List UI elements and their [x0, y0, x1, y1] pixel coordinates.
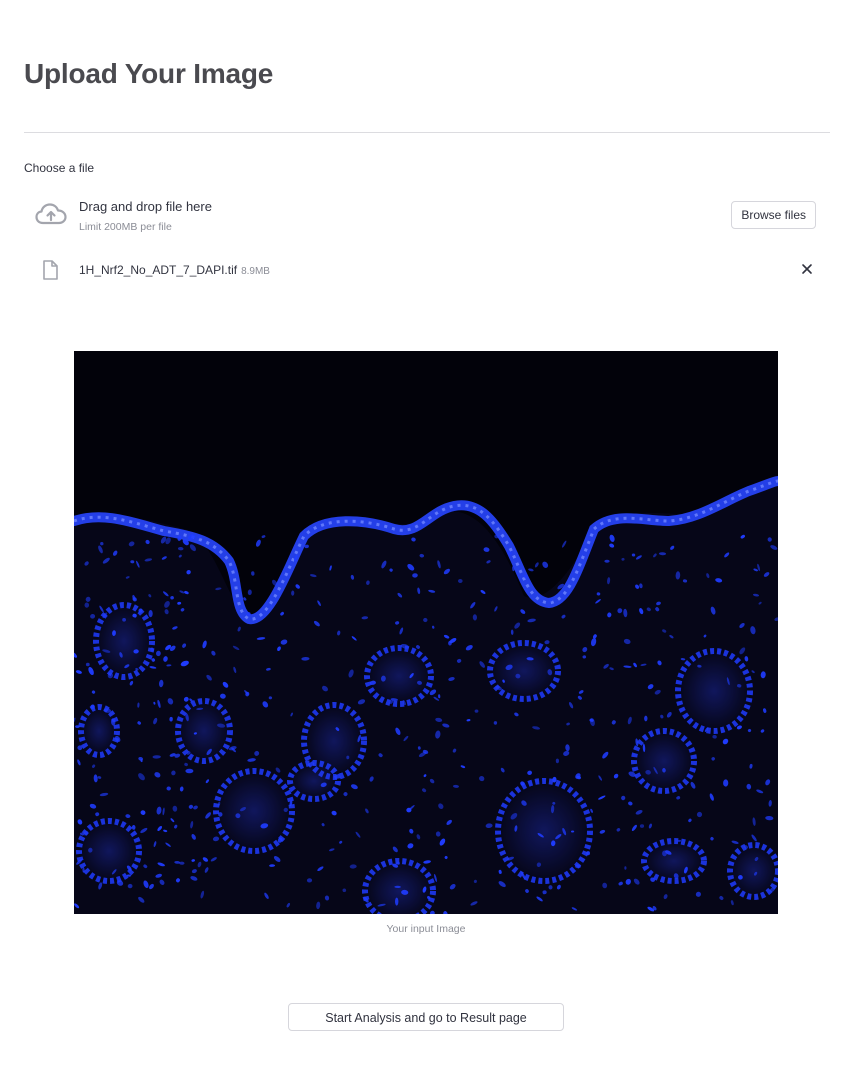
microscopy-image [74, 351, 778, 914]
tissue-structure [364, 645, 434, 707]
tissue-structure [175, 698, 233, 764]
tissue-structure [78, 704, 120, 758]
tissue-structure [675, 648, 753, 734]
nucleus [395, 897, 399, 906]
file-name-text: 1H_Nrf2_No_ADT_7_DAPI.tif [79, 263, 238, 277]
cloud-upload-icon [35, 202, 67, 226]
nucleus [604, 559, 610, 563]
nucleus [507, 551, 512, 556]
start-analysis-button[interactable]: Start Analysis and go to Result page [288, 1003, 564, 1031]
uploaded-file-row: 1H_Nrf2_No_ADT_7_DAPI.tif 8.9MB [24, 256, 830, 284]
divider [24, 132, 830, 133]
nucleus [185, 768, 194, 774]
remove-file-button[interactable] [798, 260, 816, 278]
tissue-structure [287, 760, 341, 802]
input-image-preview [74, 351, 778, 914]
tissue-structure [631, 728, 697, 794]
app-page: Upload Your Image Choose a file Drag and… [0, 0, 854, 1079]
browse-files-button[interactable]: Browse files [731, 201, 816, 229]
file-dropzone[interactable]: Drag and drop file here Limit 200MB per … [24, 188, 830, 244]
uploaded-file-name: 1H_Nrf2_No_ADT_7_DAPI.tif 8.9MB [79, 263, 270, 277]
nucleus [624, 866, 627, 870]
file-size: 8.9MB [241, 266, 270, 277]
dropzone-title: Drag and drop file here [79, 199, 212, 214]
tissue-structure [76, 818, 142, 884]
nucleus [457, 579, 463, 583]
page-title: Upload Your Image [24, 58, 274, 89]
nucleus [148, 610, 153, 618]
nucleus [131, 824, 136, 830]
image-caption: Your input Image [386, 923, 466, 935]
file-icon [42, 260, 58, 280]
close-icon [802, 264, 812, 274]
nucleus [644, 715, 648, 722]
file-uploader-label: Choose a file [24, 161, 95, 175]
dropzone-limit: Limit 200MB per file [79, 221, 172, 233]
